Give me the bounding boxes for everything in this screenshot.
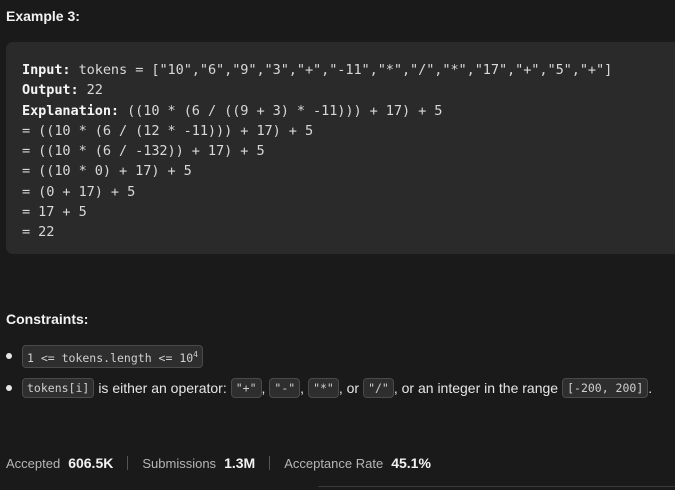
constraint-code: 1 <= tokens.length <= 104 [22,344,203,368]
explanation-step: = 22 [22,224,55,241]
divider-line [318,486,675,487]
output-line: Output: 22 [22,80,612,100]
bullet-dot [6,385,12,391]
submissions-label: Submissions [142,455,217,471]
constraint-item: 1 <= tokens.length <= 104 [0,344,675,368]
output-label: Output: [22,82,79,99]
example-title: Example 3: [6,8,80,24]
operator-divide-code: "/" [363,378,394,398]
input-value: tokens = ["10","6","9","3","+","-11","*"… [70,62,613,78]
operator-minus-code: "-" [269,378,301,398]
constraint-text: is either an operator: [98,380,227,396]
explanation-label: Explanation: [22,102,120,119]
output-value: 22 [78,82,103,99]
acceptance-rate-label: Acceptance Rate [284,455,384,471]
operator-plus-code: "+" [230,378,262,398]
bullet-dot [6,353,12,359]
constraint-item: tokens[i] is either an operator: "+", "-… [0,376,675,400]
comma: , [300,380,305,396]
operator-times-code: "*" [308,378,339,398]
range-code: [-200, 200] [562,378,649,398]
constraints-title: Constraints: [6,311,89,327]
exponent: 4 [193,349,198,359]
explanation-first: ((10 * (6 / ((9 + 3) * -11))) + 17) + 5 [119,102,443,119]
example-box: Input: tokens = ["10","6","9","3","+","-… [6,42,675,254]
constraint-text: , or [338,380,360,396]
period: . [648,380,653,396]
explanation-step: = ((10 * (6 / (12 * -11))) + 17) + 5 [22,122,314,139]
explanation-step: = ((10 * 0) + 17) + 5 [22,163,192,180]
stats-bar: Accepted 606.5K Submissions 1.3M Accepta… [6,453,431,473]
submissions-value: 1.3M [224,455,256,471]
explanation-step: = ((10 * (6 / -132)) + 17) + 5 [22,143,265,160]
constraint-text: , or an integer in the range [393,380,559,396]
accepted-value: 606.5K [68,455,114,471]
stats-divider [127,456,129,470]
accepted-label: Accepted [6,455,61,471]
example-code: Input: tokens = ["10","6","9","3","+","-… [22,60,612,243]
comma: , [261,380,266,396]
explanation-step: = 17 + 5 [22,204,87,221]
stats-divider [269,456,271,470]
input-line: Input: tokens = ["10","6","9","3","+","-… [22,60,612,80]
explanation-line: Explanation: ((10 * (6 / ((9 + 3) * -11)… [22,101,612,121]
tokens-var-code: tokens[i] [22,378,95,398]
acceptance-rate-value: 45.1% [391,455,431,471]
input-label: Input: [22,62,71,78]
explanation-step: = (0 + 17) + 5 [22,183,136,200]
